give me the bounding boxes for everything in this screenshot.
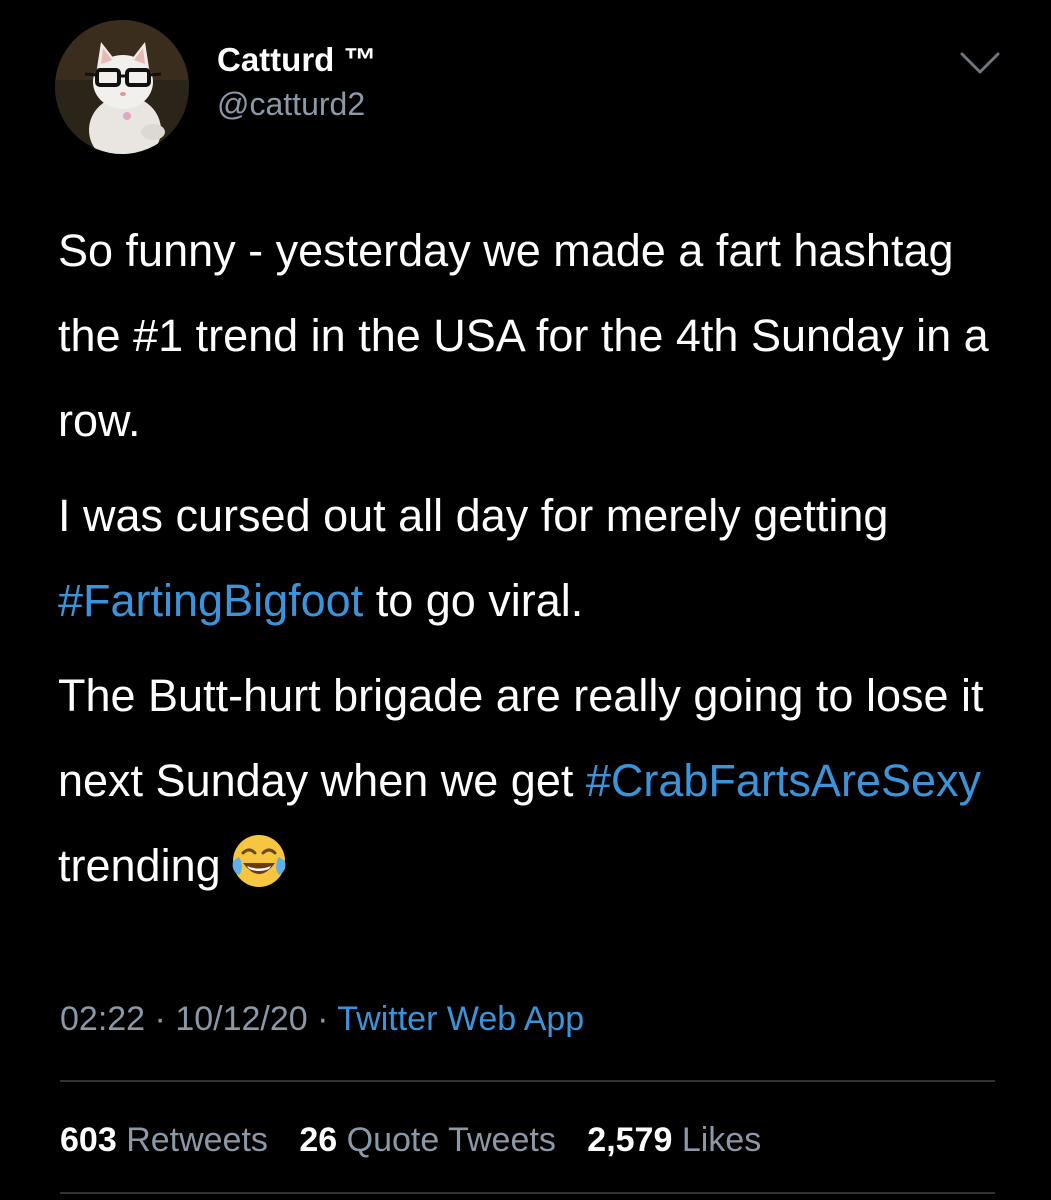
likes-label: Likes [681, 1121, 762, 1159]
tweet-paragraph-3: The Butt-hurt brigade are really going t… [58, 653, 1018, 908]
avatar-cat-image [55, 20, 189, 154]
divider [60, 1192, 995, 1194]
tweet-text-segment: to go viral. [363, 575, 584, 626]
likes-stat[interactable]: 2,579 Likes [587, 1121, 761, 1159]
user-handle[interactable]: @catturd2 [217, 82, 377, 126]
tweet-paragraph-1: So funny - yesterday we made a fart hash… [58, 225, 989, 446]
tweet-header: Catturd ™ @catturd2 [55, 20, 377, 154]
display-name[interactable]: Catturd ™ [217, 38, 377, 82]
avatar[interactable] [55, 20, 189, 154]
tweet-paragraph-2: I was cursed out all day for merely gett… [58, 473, 1018, 643]
retweets-stat[interactable]: 603 Retweets [60, 1121, 268, 1159]
quote-tweets-label: Quote Tweets [346, 1121, 556, 1159]
divider [60, 1080, 995, 1082]
tweet-text-segment: I was cursed out all day for merely gett… [58, 490, 889, 541]
meta-separator: · [307, 1000, 338, 1038]
tweet-date[interactable]: 10/12/20 [175, 1000, 307, 1038]
tweet-time[interactable]: 02:22 [60, 1000, 145, 1038]
quote-tweets-stat[interactable]: 26 Quote Tweets [299, 1121, 555, 1159]
retweets-label: Retweets [126, 1121, 268, 1159]
hashtag-link[interactable]: #CrabFartsAreSexy [586, 755, 981, 806]
tweet-stats: 603 Retweets 26 Quote Tweets 2,579 Likes [60, 1118, 783, 1162]
retweets-count: 603 [60, 1121, 117, 1159]
quote-tweets-count: 26 [299, 1121, 338, 1159]
chevron-down-icon[interactable] [958, 48, 1002, 78]
tweet-source-link[interactable]: Twitter Web App [337, 1000, 584, 1038]
tweet-detail: Catturd ™ @catturd2 So funny - yesterday… [0, 0, 1051, 1200]
tweet-meta: 02:22 · 10/12/20 · Twitter Web App [60, 997, 584, 1041]
tweet-text: So funny - yesterday we made a fart hash… [58, 208, 1018, 918]
likes-count: 2,579 [587, 1121, 673, 1159]
tweet-text-segment: trending [58, 840, 221, 891]
user-info: Catturd ™ @catturd2 [217, 38, 377, 126]
meta-separator: · [145, 1000, 176, 1038]
face-with-tears-of-joy-emoji [232, 835, 286, 887]
hashtag-link[interactable]: #FartingBigfoot [58, 575, 363, 626]
